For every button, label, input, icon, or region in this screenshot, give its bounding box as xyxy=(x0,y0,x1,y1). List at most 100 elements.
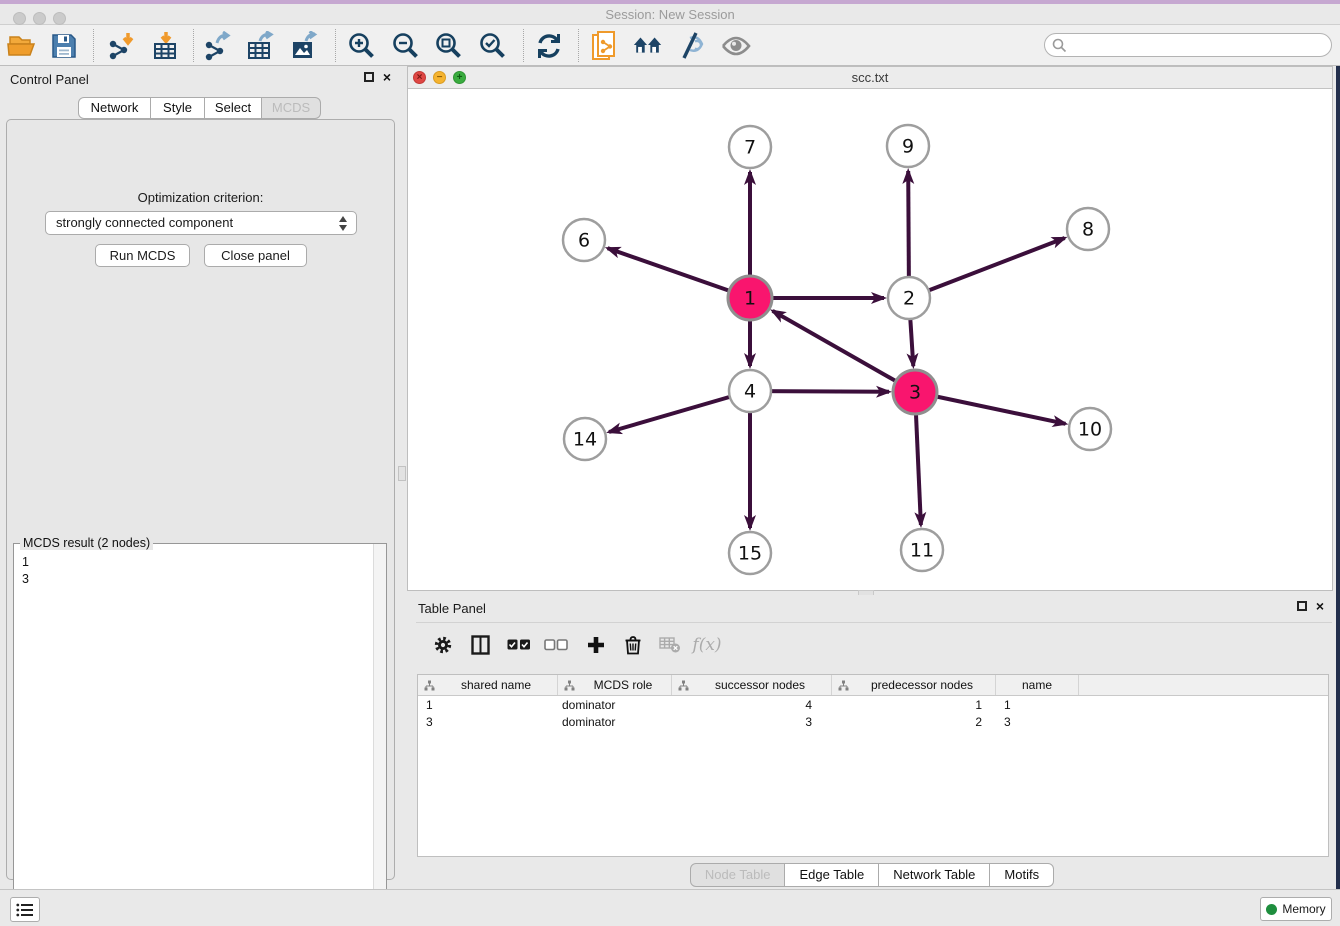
run-mcds-button[interactable]: Run MCDS xyxy=(95,244,190,267)
tab-edge-table[interactable]: Edge Table xyxy=(785,863,879,887)
svg-text:6: 6 xyxy=(578,230,590,252)
network-canvas-svg[interactable]: 7 9 6 8 1 2 4 3 14 10 15 11 xyxy=(408,89,1332,590)
task-history-button[interactable] xyxy=(10,897,40,922)
zoom-fit-button[interactable] xyxy=(433,30,465,62)
column-manager-button[interactable] xyxy=(465,630,495,660)
table-options-button[interactable] xyxy=(428,630,458,660)
table-header-row: shared name MCDS role successor nodes pr… xyxy=(418,675,1328,696)
graph-node-6[interactable]: 6 xyxy=(563,219,605,261)
refresh-layout-button[interactable] xyxy=(533,30,565,62)
optimization-criterion-dropdown[interactable]: strongly connected component xyxy=(45,211,357,235)
memory-label: Memory xyxy=(1282,902,1325,916)
float-panel-icon[interactable] xyxy=(364,72,374,82)
graph-node-8[interactable]: 8 xyxy=(1067,208,1109,250)
import-table-button[interactable] xyxy=(150,30,182,62)
mcds-result-text[interactable]: 13 xyxy=(14,550,372,924)
zoom-out-button[interactable] xyxy=(390,30,422,62)
tab-network-table[interactable]: Network Table xyxy=(879,863,990,887)
graph-node-2[interactable]: 2 xyxy=(888,277,930,319)
mcds-result-groupbox: MCDS result (2 nodes) 13 xyxy=(13,543,387,925)
apply-function-button[interactable]: f(x) xyxy=(692,630,722,660)
table-cell: 3 xyxy=(996,715,1079,729)
table-cell: 1 xyxy=(996,698,1079,712)
dropdown-stepper-icon xyxy=(339,215,348,232)
table-row[interactable]: 1dominator411 xyxy=(418,696,1328,713)
close-table-panel-icon[interactable]: × xyxy=(1316,601,1324,611)
save-session-button[interactable] xyxy=(48,30,80,62)
column-header-shared-name[interactable]: shared name xyxy=(418,675,558,695)
tab-select[interactable]: Select xyxy=(205,97,262,119)
refresh-icon xyxy=(535,32,563,60)
graph-node-4[interactable]: 4 xyxy=(729,370,771,412)
hide-graphics-icon xyxy=(676,32,706,60)
float-table-panel-icon[interactable] xyxy=(1297,601,1307,611)
table-row[interactable]: 3dominator323 xyxy=(418,713,1328,730)
graph-node-14[interactable]: 14 xyxy=(564,418,606,460)
column-header-predecessor-nodes[interactable]: predecessor nodes xyxy=(832,675,996,695)
svg-text:8: 8 xyxy=(1082,219,1094,241)
close-panel-button[interactable]: Close panel xyxy=(204,244,307,267)
edge-3-to-1[interactable] xyxy=(773,311,915,392)
graph-node-1[interactable]: 1 xyxy=(728,276,772,320)
export-table-button[interactable] xyxy=(245,30,277,62)
tab-network[interactable]: Network xyxy=(78,97,151,119)
graph-node-11[interactable]: 11 xyxy=(901,529,943,571)
sort-tree-icon xyxy=(564,680,575,691)
unchecked-boxes-icon xyxy=(544,639,568,651)
graph-node-10[interactable]: 10 xyxy=(1069,408,1111,450)
export-image-button[interactable] xyxy=(289,30,321,62)
first-neighbors-button[interactable] xyxy=(632,30,664,62)
delete-table-button[interactable] xyxy=(655,630,685,660)
network-window-title: scc.txt xyxy=(408,70,1332,85)
vertical-splitter-handle[interactable] xyxy=(398,466,406,481)
table-cell: dominator xyxy=(558,715,672,729)
zoom-selected-button[interactable] xyxy=(477,30,509,62)
add-column-button[interactable] xyxy=(581,630,611,660)
column-header-name[interactable]: name xyxy=(996,675,1079,695)
control-panel-tabs: Network Style Select MCDS xyxy=(78,97,321,119)
svg-text:11: 11 xyxy=(910,540,934,562)
duplicate-network-button[interactable] xyxy=(589,30,621,62)
select-all-columns-button[interactable] xyxy=(504,630,534,660)
tab-mcds[interactable]: MCDS xyxy=(262,97,321,119)
import-network-button[interactable] xyxy=(106,30,138,62)
column-header-successor-nodes[interactable]: successor nodes xyxy=(672,675,832,695)
sort-tree-icon xyxy=(678,680,689,691)
close-panel-icon[interactable]: × xyxy=(383,72,391,82)
node-table-body: 1dominator4113dominator323 xyxy=(418,696,1328,730)
columns-icon xyxy=(471,635,490,655)
tab-motifs[interactable]: Motifs xyxy=(990,863,1054,887)
deselect-all-columns-button[interactable] xyxy=(541,630,571,660)
export-network-button[interactable] xyxy=(202,30,234,62)
table-cell: 3 xyxy=(418,715,558,729)
graph-node-7[interactable]: 7 xyxy=(729,126,771,168)
control-panel-title: Control Panel xyxy=(10,72,89,87)
hide-details-button[interactable] xyxy=(675,30,707,62)
table-cell: dominator xyxy=(558,698,672,712)
node-table: shared name MCDS role successor nodes pr… xyxy=(417,674,1329,857)
zoom-in-icon xyxy=(347,31,377,61)
graph-node-9[interactable]: 9 xyxy=(887,125,929,167)
graph-node-15[interactable]: 15 xyxy=(729,532,771,574)
dropdown-selected-value: strongly connected component xyxy=(56,215,233,230)
result-scrollbar[interactable] xyxy=(373,544,386,924)
column-header-mcds-role[interactable]: MCDS role xyxy=(558,675,672,695)
edge-2-to-8[interactable] xyxy=(909,238,1065,298)
delete-column-button[interactable] xyxy=(618,630,648,660)
eye-icon xyxy=(720,33,752,59)
svg-text:3: 3 xyxy=(909,382,921,404)
table-panel: Table Panel × f(x) xyxy=(408,595,1336,888)
save-floppy-icon xyxy=(51,33,77,59)
network-window-titlebar[interactable]: × − + scc.txt xyxy=(408,67,1332,89)
memory-status-icon xyxy=(1266,904,1277,915)
table-panel-titlebar: Table Panel × xyxy=(408,595,1336,619)
show-details-button[interactable] xyxy=(720,30,752,62)
graph-node-3[interactable]: 3 xyxy=(893,370,937,414)
open-file-button[interactable] xyxy=(6,30,38,62)
search-input[interactable] xyxy=(1073,36,1323,54)
tab-style[interactable]: Style xyxy=(151,97,205,119)
tab-node-table[interactable]: Node Table xyxy=(690,863,786,887)
memory-button[interactable]: Memory xyxy=(1260,897,1332,921)
main-toolbar xyxy=(0,25,1340,66)
zoom-in-button[interactable] xyxy=(346,30,378,62)
